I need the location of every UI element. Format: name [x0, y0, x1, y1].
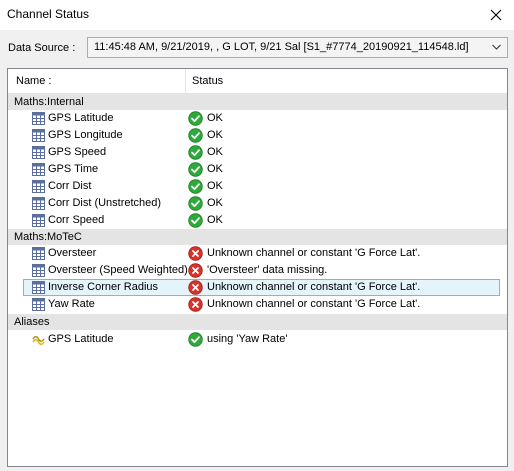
list-item[interactable]: Oversteer (Speed Weighted) 'Oversteer' da… [8, 262, 507, 279]
channel-status: using 'Yaw Rate' [207, 333, 288, 345]
channel-status: OK [207, 129, 223, 141]
ok-check-icon [188, 145, 203, 160]
list-item[interactable]: GPS Latitude OK [8, 110, 507, 127]
channel-status: Unknown channel or constant 'G Force Lat… [207, 247, 421, 259]
chevron-down-icon [492, 44, 501, 50]
channel-name: GPS Latitude [48, 112, 114, 124]
ok-check-icon [188, 332, 203, 347]
channel-name: Oversteer (Speed Weighted) [48, 264, 188, 276]
channel-status: Unknown channel or constant 'G Force Lat… [207, 281, 421, 293]
channel-name: Oversteer [48, 247, 97, 259]
list-item[interactable]: GPS Longitude OK [8, 127, 507, 144]
close-icon [490, 9, 502, 21]
group-header[interactable]: Maths:MoTeC [8, 229, 507, 245]
channel-status-list[interactable]: Name : Status Maths:Internal GPS Latitud… [7, 68, 508, 467]
math-channel-icon [32, 112, 45, 125]
list-item[interactable]: Corr Dist OK [8, 178, 507, 195]
channel-status: Unknown channel or constant 'G Force Lat… [207, 298, 421, 310]
math-channel-icon [32, 247, 45, 260]
ok-check-icon [188, 111, 203, 126]
channel-status: OK [207, 180, 223, 192]
channel-name: Corr Dist (Unstretched) [48, 197, 162, 209]
alias-channel-icon [32, 333, 45, 346]
channel-status: OK [207, 214, 223, 226]
channel-name: Corr Dist [48, 180, 92, 192]
math-channel-icon [32, 129, 45, 142]
math-channel-icon [32, 180, 45, 193]
channel-name: Corr Speed [48, 214, 105, 226]
math-channel-icon [32, 281, 45, 294]
group-title: Maths:MoTeC [14, 231, 82, 243]
title-bar: Channel Status [0, 0, 514, 30]
ok-check-icon [188, 162, 203, 177]
window-title: Channel Status [7, 7, 90, 21]
column-header-name[interactable]: Name : [16, 75, 51, 87]
group-header[interactable]: Maths:Internal [8, 94, 507, 110]
channel-status: OK [207, 163, 223, 175]
column-divider[interactable] [185, 69, 186, 93]
error-icon [188, 263, 203, 278]
channel-status: OK [207, 112, 223, 124]
math-channel-icon [32, 214, 45, 227]
list-item-selected[interactable]: Inverse Corner Radius Unknown channel or … [23, 279, 500, 296]
group-title: Aliases [14, 316, 50, 328]
ok-check-icon [188, 179, 203, 194]
math-channel-icon [32, 146, 45, 159]
list-item[interactable]: GPS Speed OK [8, 144, 507, 161]
ok-check-icon [188, 213, 203, 228]
channel-name: Yaw Rate [48, 298, 95, 310]
list-item[interactable]: GPS Time OK [8, 161, 507, 178]
list-header: Name : Status [8, 69, 507, 94]
channel-name: GPS Time [48, 163, 99, 175]
math-channel-icon [32, 163, 45, 176]
error-icon [188, 297, 203, 312]
group-header[interactable]: Aliases [8, 314, 507, 330]
list-item[interactable]: GPS Latitude using 'Yaw Rate' [8, 331, 507, 348]
close-button[interactable] [484, 3, 508, 27]
data-source-label: Data Source : [8, 42, 76, 54]
error-icon [188, 246, 203, 261]
data-source-value: 11:45:48 AM, 9/21/2019, , G LOT, 9/21 Sa… [94, 41, 469, 53]
channel-status: OK [207, 197, 223, 209]
channel-name: Inverse Corner Radius [48, 281, 159, 293]
channel-status: 'Oversteer' data missing. [207, 264, 328, 276]
list-item[interactable]: Yaw Rate Unknown channel or constant 'G F… [8, 296, 507, 313]
column-header-status[interactable]: Status [192, 75, 223, 87]
data-source-dropdown[interactable]: 11:45:48 AM, 9/21/2019, , G LOT, 9/21 Sa… [87, 37, 508, 58]
math-channel-icon [32, 298, 45, 311]
ok-check-icon [188, 128, 203, 143]
ok-check-icon [188, 196, 203, 211]
channel-name: GPS Latitude [48, 333, 114, 345]
list-item[interactable]: Corr Speed OK [8, 212, 507, 229]
channel-name: GPS Longitude [48, 129, 123, 141]
list-item[interactable]: Oversteer Unknown channel or constant 'G … [8, 245, 507, 262]
group-title: Maths:Internal [14, 96, 84, 108]
math-channel-icon [32, 197, 45, 210]
channel-name: GPS Speed [48, 146, 107, 158]
list-item[interactable]: Corr Dist (Unstretched) OK [8, 195, 507, 212]
channel-status: OK [207, 146, 223, 158]
error-icon [188, 280, 203, 295]
math-channel-icon [32, 264, 45, 277]
